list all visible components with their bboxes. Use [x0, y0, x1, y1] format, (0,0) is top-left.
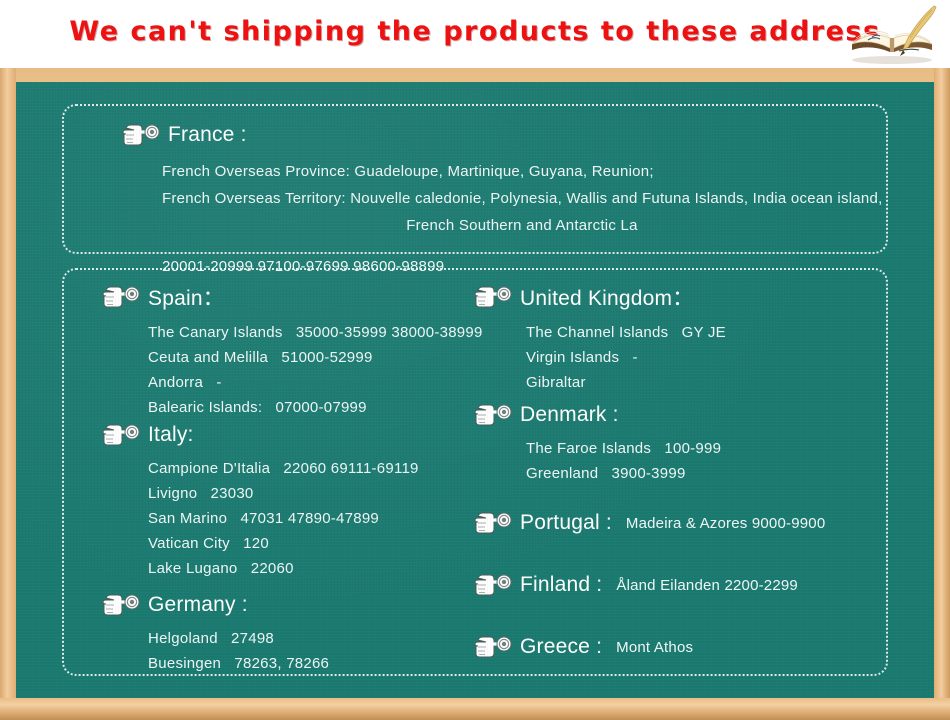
section-finland: Finland : Åland Eilanden 2200-2299: [474, 572, 798, 598]
france-line-1: French Overseas Province: Guadeloupe, Ma…: [162, 163, 654, 180]
section-title-finland: Finland :: [520, 573, 603, 596]
uk-line-2: Virgin Islands -: [526, 349, 638, 366]
italy-line-3: San Marino 47031 47890-47899: [148, 510, 380, 527]
section-united-kingdom: United Kingdom： The Channel Islands GY J…: [474, 282, 726, 395]
france-line-2: French Overseas Territory: Nouvelle cale…: [162, 190, 883, 207]
chalkboard-frame: France : French Overseas Province: Guade…: [0, 68, 950, 720]
frame-left-edge: [0, 68, 16, 720]
italy-line-5: Lake Lugano 22060: [148, 560, 294, 577]
pointing-hand-icon: [102, 284, 140, 310]
spain-line-1: The Canary Islands 35000-35999 38000-389…: [148, 324, 483, 341]
section-germany: Germany : Helgoland 27498 Buesingen 7826…: [102, 592, 329, 676]
section-heading-italy: Italy:: [102, 422, 419, 448]
section-body-spain: The Canary Islands 35000-35999 38000-389…: [148, 320, 483, 420]
pointing-hand-icon: [474, 634, 512, 660]
frame-right-edge: [934, 68, 950, 720]
page-title: We can't shipping the products to these …: [69, 16, 881, 47]
italy-line-1: Campione D'Italia 22060 69111-69119: [148, 460, 419, 477]
finland-detail: Åland Eilanden 2200-2299: [616, 576, 798, 594]
open-book-with-quill-icon: [842, 4, 946, 66]
section-title-france: France :: [168, 123, 247, 146]
frame-bottom-edge: [0, 698, 950, 720]
section-heading-france: France :: [122, 122, 247, 148]
uk-line-3: Gibraltar: [526, 374, 586, 391]
section-heading-germany: Germany :: [102, 592, 329, 618]
section-heading-denmark: Denmark :: [474, 402, 721, 428]
italy-line-2: Livigno 23030: [148, 485, 254, 502]
denmark-line-2: Greenland 3900-3999: [526, 465, 686, 482]
panel-countries: Spain： The Canary Islands 35000-35999 38…: [62, 268, 888, 676]
pointing-hand-icon: [474, 510, 512, 536]
page-header: We can't shipping the products to these …: [0, 0, 950, 68]
greece-detail: Mont Athos: [616, 638, 694, 656]
section-portugal: Portugal : Madeira & Azores 9000-9900: [474, 510, 825, 536]
section-title-denmark: Denmark :: [520, 403, 619, 426]
section-greece: Greece : Mont Athos: [474, 634, 693, 660]
section-body-italy: Campione D'Italia 22060 69111-69119 Livi…: [148, 456, 419, 581]
pointing-hand-icon: [474, 284, 512, 310]
spain-line-4: Balearic Islands: 07000-07999: [148, 399, 367, 416]
section-title-portugal: Portugal :: [520, 511, 612, 534]
section-body-united-kingdom: The Channel Islands GY JE Virgin Islands…: [526, 320, 726, 395]
section-spain: Spain： The Canary Islands 35000-35999 38…: [102, 282, 483, 420]
section-heading-united-kingdom: United Kingdom：: [474, 282, 726, 312]
germany-line-2: Buesingen 78263, 78266: [148, 655, 330, 672]
section-title-united-kingdom: United Kingdom：: [520, 287, 694, 310]
section-body-denmark: The Faroe Islands 100-999 Greenland 3900…: [526, 436, 721, 486]
denmark-line-1: The Faroe Islands 100-999: [526, 440, 722, 457]
section-denmark: Denmark : The Faroe Islands 100-999 Gree…: [474, 402, 721, 486]
panel-france: France : French Overseas Province: Guade…: [62, 104, 888, 275]
section-title-spain: Spain：: [148, 287, 224, 310]
italy-line-4: Vatican City 120: [148, 535, 269, 552]
section-body-france: French Overseas Province: Guadeloupe, Ma…: [162, 158, 882, 280]
section-title-greece: Greece :: [520, 635, 603, 658]
pointing-hand-icon: [122, 122, 160, 148]
pointing-hand-icon: [102, 422, 140, 448]
uk-line-1: The Channel Islands GY JE: [526, 324, 726, 341]
germany-line-1: Helgoland 27498: [148, 630, 275, 647]
section-title-italy: Italy:: [148, 423, 194, 446]
pointing-hand-icon: [474, 402, 512, 428]
chalkboard-surface: France : French Overseas Province: Guade…: [16, 82, 934, 698]
section-title-germany: Germany :: [148, 593, 248, 616]
pointing-hand-icon: [474, 572, 512, 598]
spain-line-2: Ceuta and Melilla 51000-52999: [148, 349, 373, 366]
section-italy: Italy: Campione D'Italia 22060 69111-691…: [102, 422, 419, 581]
section-heading-spain: Spain：: [102, 282, 483, 312]
france-line-3: French Southern and Antarctic La: [406, 217, 638, 234]
section-body-germany: Helgoland 27498 Buesingen 78263, 78266: [148, 626, 329, 676]
portugal-detail: Madeira & Azores 9000-9900: [625, 514, 826, 532]
pointing-hand-icon: [102, 592, 140, 618]
spain-line-3: Andorra -: [148, 374, 222, 391]
